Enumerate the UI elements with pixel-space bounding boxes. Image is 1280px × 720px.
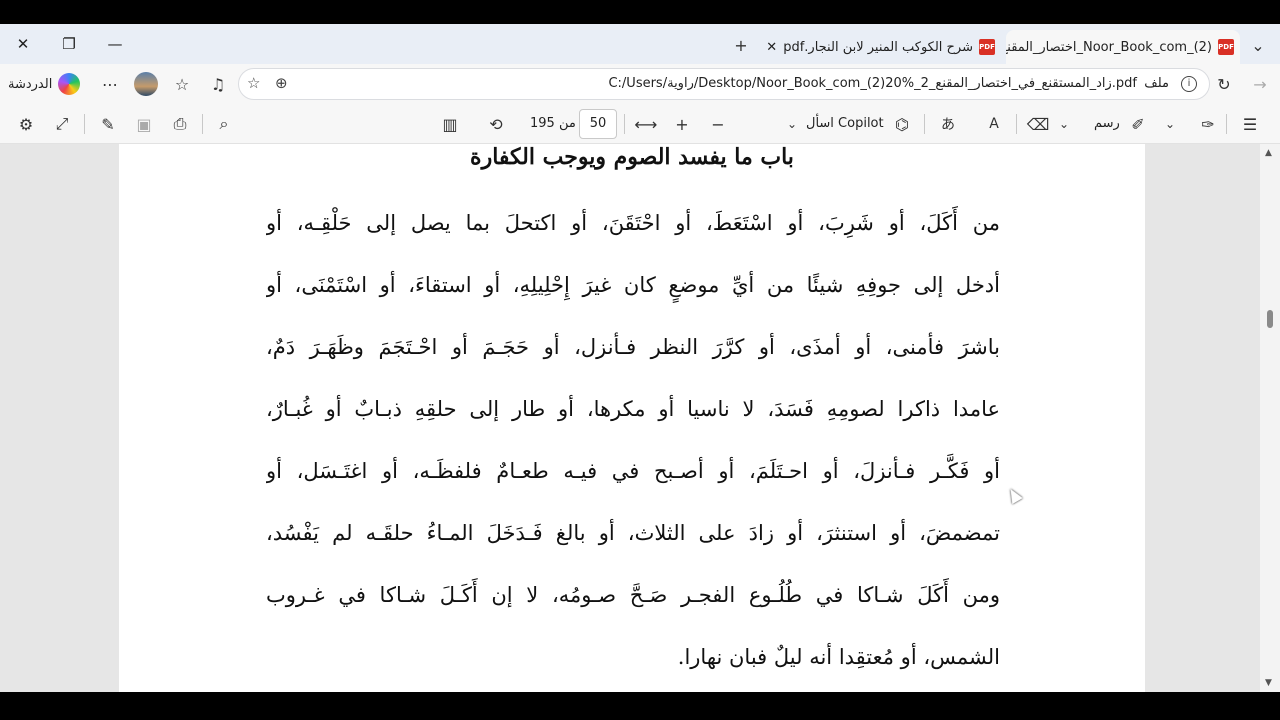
new-tab-icon[interactable]: + <box>728 33 754 57</box>
divider <box>1016 114 1017 134</box>
draw-pen-icon[interactable]: ✐ <box>1126 112 1150 136</box>
url-text[interactable]: C:/Users/راوية/Desktop/Noor_Book_com_(2)… <box>608 76 1137 91</box>
contents-icon[interactable]: ☰ <box>1238 112 1262 136</box>
search-icon[interactable]: ⌕ <box>212 112 236 136</box>
address-bar[interactable]: ☆ ⊕ C:/Users/راوية/Desktop/Noor_Book_com… <box>238 68 1210 100</box>
refresh-icon[interactable]: ↻ <box>1212 72 1236 96</box>
text-line: من أَكَلَ، أو شَرِبَ، أو اسْتَعَطَ، أو ا… <box>266 211 1000 235</box>
chat-button[interactable]: الدردشة <box>8 70 81 98</box>
save-icon[interactable]: ▣ <box>132 112 156 136</box>
text-line: الشمس، أو مُعتقِدا أنه ليلٌ فبان نهارا. <box>677 645 1000 669</box>
scroll-down-icon[interactable]: ▼ <box>1265 678 1272 688</box>
tab-bar: ✕ ❐ — + PDF شرح الكوكب المنير لابن النجا… <box>0 24 1280 64</box>
minimize-window-icon[interactable]: — <box>92 30 138 58</box>
favorites-icon[interactable]: ☆ <box>170 72 194 96</box>
chapter-heading: باب ما يفسد الصوم ويوجب الكفارة <box>470 144 794 170</box>
zoom-in-icon[interactable]: + <box>670 112 694 136</box>
copilot-pdf-icon[interactable]: ⌬ <box>890 112 914 136</box>
avatar[interactable] <box>134 72 158 96</box>
vertical-scrollbar[interactable]: ▲ ▼ <box>1260 144 1280 692</box>
chevron-down-icon[interactable]: ⌄ <box>1162 112 1178 136</box>
read-aloud-icon[interactable]: A <box>982 112 1006 136</box>
scroll-thumb[interactable] <box>1267 310 1273 328</box>
translate-icon[interactable]: あ <box>936 112 960 136</box>
info-icon[interactable]: i <box>1181 76 1197 92</box>
eraser-icon[interactable]: ⌫ <box>1026 112 1050 136</box>
page-body: من أَكَلَ، أو شَرِبَ، أو اسْتَعَطَ، أو ا… <box>266 192 1000 688</box>
chevron-down-icon[interactable]: ⌄ <box>1056 112 1072 136</box>
divider <box>1226 114 1227 134</box>
fullscreen-icon[interactable]: ⤢ <box>50 112 74 136</box>
ask-copilot-label[interactable]: اسأل Copilot <box>806 116 884 131</box>
chat-label: الدردشة <box>8 76 53 92</box>
draw-label[interactable]: رسم <box>1094 116 1120 131</box>
tab-active[interactable]: PDF Noor_Book_com_(2)_اختصار_المقنع_2 ✕ <box>1006 30 1240 64</box>
media-control-icon[interactable]: ♫ <box>206 72 230 96</box>
scroll-up-icon[interactable]: ▲ <box>1265 148 1272 158</box>
pdf-icon: PDF <box>1218 39 1234 55</box>
divider <box>624 114 625 134</box>
restore-window-icon[interactable]: ❐ <box>46 30 92 58</box>
text-line: أو فَكَّـر فـأنزلَ، أو احـتَلَمَ، أو أصـ… <box>266 459 1000 483</box>
document-area[interactable]: باب ما يفسد الصوم ويوجب الكفارة من أَكَل… <box>0 144 1260 692</box>
close-window-icon[interactable]: ✕ <box>0 30 46 58</box>
forward-icon[interactable]: → <box>1248 72 1272 96</box>
page-total: من 195 <box>530 116 576 131</box>
page-view-icon[interactable]: ▥ <box>438 112 462 136</box>
tab-title: Noor_Book_com_(2)_اختصار_المقنع_2 <box>1006 39 1212 55</box>
divider <box>924 114 925 134</box>
text-line: ومن أَكَلَ شـاكا في طُلُـوع الفجـر صَـحَ… <box>266 583 1000 607</box>
text-line: عامدا ذاكرا لصومِهِ فَسَدَ، لا ناسيا أو … <box>266 397 1000 421</box>
divider <box>202 114 203 134</box>
divider <box>84 114 85 134</box>
browser-window: ✕ ❐ — + PDF شرح الكوكب المنير لابن النجا… <box>0 24 1280 692</box>
save-as-icon[interactable]: ✎ <box>96 112 120 136</box>
page-number-input[interactable]: 50 <box>579 109 617 139</box>
close-tab-icon[interactable]: ✕ <box>766 40 777 55</box>
text-line: أدخل إلى جوفِهِ شيئًا من أيِّ موضعٍ كان … <box>266 273 1000 297</box>
highlight-icon[interactable]: ✑ <box>1196 112 1220 136</box>
rotate-icon[interactable]: ⟲ <box>484 112 508 136</box>
tab-secondary[interactable]: PDF شرح الكوكب المنير لابن النجار.pdf ✕ <box>765 30 1001 64</box>
scheme-label: ملف <box>1144 76 1169 91</box>
more-options-icon[interactable]: ⋯ <box>98 72 122 96</box>
zoom-icon[interactable]: ⊕ <box>275 74 288 92</box>
text-line: باشرَ فأمنى، أو أمذَى، أو كرَّرَ النظر ف… <box>266 335 1000 359</box>
tab-title: شرح الكوكب المنير لابن النجار.pdf <box>783 39 973 55</box>
pdf-toolbar: ⚙ ⤢ ✎ ▣ ⎙ ⌕ ▥ ⟲ من 195 50 ⟷ + − ⌄ اسأل C… <box>0 104 1280 144</box>
pdf-page: باب ما يفسد الصوم ويوجب الكفارة من أَكَل… <box>119 144 1145 692</box>
copilot-icon <box>58 73 81 95</box>
text-line: تمضمضَ، أو استنثرَ، أو زادَ على الثلاث، … <box>266 521 1000 545</box>
zoom-out-icon[interactable]: − <box>706 112 730 136</box>
pdf-icon: PDF <box>979 39 995 55</box>
print-icon[interactable]: ⎙ <box>168 112 192 136</box>
tab-list-chevron-icon[interactable]: ⌄ <box>1244 33 1272 57</box>
address-row: الدردشة ⋯ ☆ ♫ ☆ ⊕ C:/Users/راوية/Desktop… <box>0 64 1280 104</box>
chevron-down-icon[interactable]: ⌄ <box>784 112 800 136</box>
bookmark-star-icon[interactable]: ☆ <box>247 74 260 92</box>
fit-width-icon[interactable]: ⟷ <box>634 112 658 136</box>
settings-icon[interactable]: ⚙ <box>14 112 38 136</box>
